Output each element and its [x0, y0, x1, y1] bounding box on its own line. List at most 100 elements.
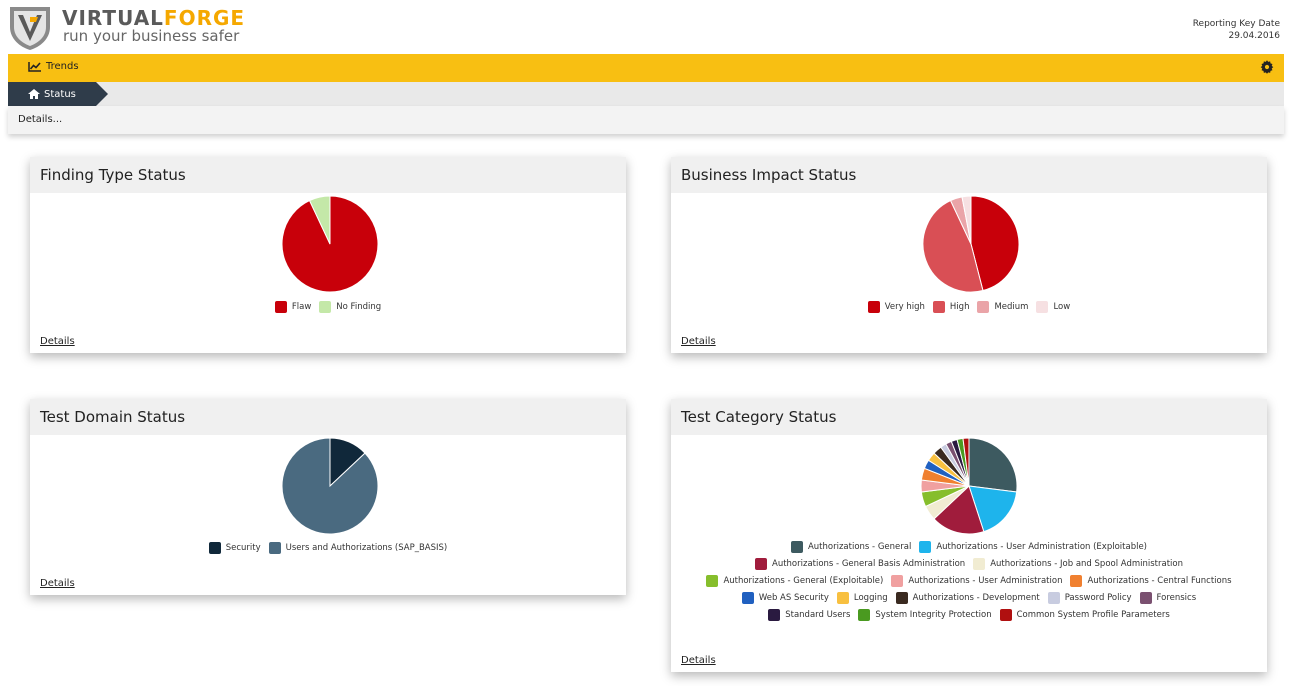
- legend-label: Standard Users: [785, 610, 851, 620]
- legend-item-low[interactable]: Low: [1036, 301, 1070, 313]
- breadcrumb-status[interactable]: Status: [8, 82, 108, 106]
- legend-label: High: [949, 302, 970, 312]
- panel-title: Finding Type Status: [30, 157, 626, 193]
- test-domain-status-panel: Test Domain Status Security Users and Aut…: [30, 399, 626, 595]
- legend-swatch: [790, 541, 803, 553]
- panel-title: Business Impact Status: [671, 157, 1267, 193]
- legend-swatch: [755, 558, 767, 570]
- legend-label: Logging: [853, 593, 888, 603]
- legend-swatch: [1047, 592, 1060, 604]
- legend-swatch: [858, 609, 871, 621]
- legend-label: Password Policy: [1064, 593, 1132, 603]
- legend-item-authorizations-general-basis-administration[interactable]: Authorizations - General Basis Administr…: [755, 558, 965, 570]
- legend-item-medium[interactable]: Medium: [977, 301, 1028, 313]
- panel-title: Test Category Status: [671, 399, 1267, 435]
- legend-swatch: [1070, 575, 1083, 587]
- legend-item-authorizations-user-administration-exploitable[interactable]: Authorizations - User Administration (Ex…: [919, 541, 1147, 553]
- legend-swatch: [768, 609, 781, 621]
- pie-slice-authorizations-general[interactable]: [968, 437, 1018, 493]
- legend-item-forensics[interactable]: Forensics: [1139, 592, 1197, 604]
- legend-item-logging[interactable]: Logging: [836, 592, 888, 604]
- reporting-key-date: Reporting Key Date 29.04.2016: [1193, 18, 1280, 42]
- legend-label: Web AS Security: [758, 593, 829, 603]
- test-category-details-link[interactable]: Details: [681, 655, 716, 666]
- brand-name: VIRTUALFORGE: [62, 8, 245, 28]
- legend-item-authorizations-development[interactable]: Authorizations - Development: [895, 592, 1040, 604]
- home-icon: [28, 89, 40, 99]
- breadcrumb-status-label: Status: [44, 88, 76, 100]
- legend-item-authorizations-user-administration[interactable]: Authorizations - User Administration: [891, 575, 1062, 587]
- legend-swatch: [1139, 592, 1152, 604]
- finding-type-details-link[interactable]: Details: [40, 336, 75, 347]
- brand-tagline: run your business safer: [63, 27, 240, 45]
- legend-swatch: [319, 301, 332, 313]
- legend-label: Authorizations - General Basis Administr…: [772, 559, 966, 569]
- legend-item-authorizations-general[interactable]: Authorizations - General: [790, 541, 911, 553]
- legend-item-password-policy[interactable]: Password Policy: [1047, 592, 1132, 604]
- legend-swatch: [706, 575, 719, 587]
- gear-icon[interactable]: [1260, 60, 1274, 74]
- business-impact-legend: Very high High Medium Low: [671, 301, 1267, 318]
- test-domain-pie-chart: [281, 437, 379, 535]
- legend-item-high[interactable]: High: [932, 301, 970, 313]
- legend-swatch: [867, 301, 880, 313]
- legend-swatch: [973, 558, 986, 570]
- legend-item-users-and-authorizations-sap-basis[interactable]: Users and Authorizations (SAP_BASIS): [268, 542, 447, 554]
- panel-title: Test Domain Status: [30, 399, 626, 435]
- app-header: VIRTUALFORGE run your business safer Rep…: [0, 0, 1296, 54]
- finding-type-status-panel: Finding Type Status Flaw No Finding Detai…: [30, 157, 626, 353]
- legend-item-common-system-profile-parameters[interactable]: Common System Profile Parameters: [999, 609, 1170, 621]
- legend-label: System Integrity Protection: [875, 610, 992, 620]
- legend-swatch: [274, 301, 287, 313]
- legend-item-security[interactable]: Security: [208, 542, 261, 554]
- legend-swatch: [1036, 301, 1049, 313]
- legend-swatch: [999, 609, 1012, 621]
- legend-swatch: [891, 575, 904, 587]
- test-domain-details-link[interactable]: Details: [40, 578, 75, 589]
- test-category-pie-chart: [920, 437, 1018, 535]
- main-menu-bar: Trends: [8, 54, 1284, 82]
- legend-item-authorizations-general-exploitable[interactable]: Authorizations - General (Exploitable): [706, 575, 883, 587]
- legend-label: Low: [1053, 302, 1071, 312]
- legend-item-very-high[interactable]: Very high: [867, 301, 925, 313]
- legend-row: Flaw No Finding: [30, 301, 626, 313]
- legend-item-no-finding[interactable]: No Finding: [319, 301, 381, 313]
- legend-label: Security: [225, 543, 261, 553]
- legend-row: Authorizations - General Basis Administr…: [671, 558, 1267, 570]
- legend-label: Authorizations - Central Functions: [1087, 576, 1232, 586]
- legend-item-web-as-security[interactable]: Web AS Security: [741, 592, 829, 604]
- legend-swatch: [208, 542, 221, 554]
- trends-menu-item[interactable]: Trends: [28, 61, 79, 72]
- legend-item-standard-users[interactable]: Standard Users: [768, 609, 850, 621]
- line-chart-icon: [28, 62, 41, 72]
- test-category-legend: Authorizations - General Authorizations -…: [671, 541, 1267, 626]
- legend-label: Authorizations - Development: [912, 593, 1040, 603]
- legend-item-system-integrity-protection[interactable]: System Integrity Protection: [858, 609, 992, 621]
- details-toggle-link[interactable]: Details...: [18, 114, 62, 125]
- legend-label: Flaw: [291, 302, 312, 312]
- legend-row: Security Users and Authorizations (SAP_BA…: [30, 542, 626, 554]
- legend-row: Authorizations - General Authorizations -…: [671, 541, 1267, 553]
- test-category-status-panel: Test Category Status Authorizations - Ge…: [671, 399, 1267, 672]
- breadcrumb: Status: [8, 82, 1284, 106]
- legend-swatch: [836, 592, 849, 604]
- legend-label: Authorizations - General (Exploitable): [723, 576, 884, 586]
- legend-item-flaw[interactable]: Flaw: [274, 301, 312, 313]
- business-impact-status-panel: Business Impact Status Very high High Medi…: [671, 157, 1267, 353]
- legend-swatch: [977, 301, 990, 313]
- legend-label: Authorizations - Job and Spool Administr…: [990, 559, 1183, 569]
- legend-label: Authorizations - User Administration (Ex…: [936, 542, 1147, 552]
- virtualforge-logo-icon: [10, 7, 50, 50]
- legend-swatch: [895, 592, 908, 604]
- trends-label: Trends: [46, 61, 79, 72]
- legend-label: Common System Profile Parameters: [1016, 610, 1170, 620]
- legend-label: No Finding: [336, 302, 382, 312]
- legend-label: Authorizations - User Administration: [908, 576, 1063, 586]
- legend-item-authorizations-job-and-spool-administration[interactable]: Authorizations - Job and Spool Administr…: [973, 558, 1183, 570]
- legend-label: Forensics: [1156, 593, 1197, 603]
- business-impact-details-link[interactable]: Details: [681, 336, 716, 347]
- legend-row: Standard Users System Integrity Protectio…: [671, 609, 1267, 621]
- legend-row: Authorizations - General (Exploitable) Au…: [671, 575, 1267, 587]
- legend-item-authorizations-central-functions[interactable]: Authorizations - Central Functions: [1070, 575, 1232, 587]
- finding-type-legend: Flaw No Finding: [30, 301, 626, 318]
